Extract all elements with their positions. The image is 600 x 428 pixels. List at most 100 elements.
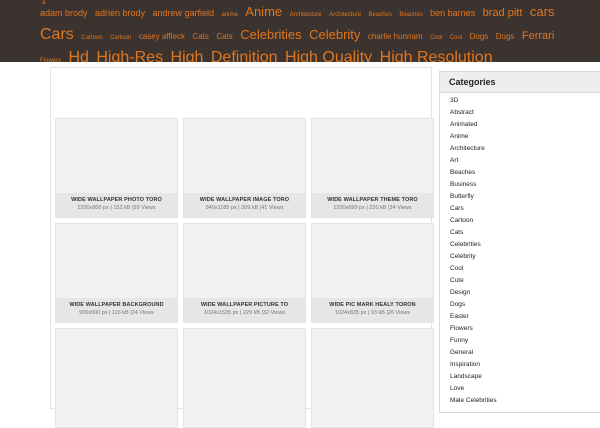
wallpaper-row: WIDE WALLPAPER BACKGROUND 900x900 px | 1… — [55, 223, 434, 323]
tag-link[interactable]: Cool — [450, 35, 462, 41]
category-link[interactable]: Cartoon — [450, 215, 600, 227]
wallpaper-image[interactable] — [184, 224, 305, 298]
tag-link[interactable]: Cool — [430, 35, 442, 41]
tag-link[interactable]: High-Res — [96, 49, 163, 62]
tag-link[interactable]: andrew garfield — [152, 8, 214, 18]
tag-link[interactable]: Dogs — [470, 32, 489, 41]
tag-link[interactable]: High Quality — [285, 49, 372, 62]
wallpaper-image[interactable] — [184, 329, 305, 427]
tag-link[interactable]: Architecture — [290, 12, 322, 18]
category-link[interactable]: Cool — [450, 263, 600, 275]
tag-link[interactable]: Definition — [211, 49, 278, 62]
wallpaper-thumb[interactable] — [311, 328, 434, 428]
category-link[interactable]: Animated — [450, 119, 600, 131]
wallpaper-image[interactable] — [312, 119, 433, 193]
wallpaper-thumb[interactable]: WIDE WALLPAPER IMAGE TORO 940x1185 px | … — [183, 118, 306, 218]
tag-cloud: adam brody adrien brody andrew garfield … — [40, 2, 560, 62]
wallpaper-thumb[interactable] — [183, 328, 306, 428]
category-link[interactable]: Landscape — [450, 371, 600, 383]
wallpaper-title[interactable]: WIDE PIC MARK HEALY TORON — [312, 302, 433, 308]
wallpaper-thumb[interactable]: WIDE WALLPAPER PHOTO TORO 1200x800 px | … — [55, 118, 178, 218]
wallpaper-row — [55, 328, 434, 428]
wallpaper-meta: 900x900 px | 116 kB |24 Views — [79, 310, 154, 316]
tag-link[interactable]: Beaches — [399, 12, 422, 18]
tag-link[interactable]: High — [171, 49, 204, 62]
category-link[interactable]: Cats — [450, 227, 600, 239]
tag-link[interactable]: Hd — [68, 49, 88, 62]
wallpaper-thumb[interactable]: WIDE PIC MARK HEALY TORON 1024x835 px | … — [311, 223, 434, 323]
tag-link[interactable]: Architecture — [329, 12, 361, 18]
wallpaper-grid: WIDE WALLPAPER PHOTO TORO 1200x800 px | … — [50, 67, 434, 428]
wallpaper-caption: WIDE WALLPAPER PICTURE TO 1024x1535 px |… — [184, 298, 305, 322]
wallpaper-title[interactable]: WIDE WALLPAPER PICTURE TO — [184, 302, 305, 308]
tag-link[interactable]: Cats — [192, 32, 208, 41]
tag-link[interactable]: High Resolution — [380, 49, 493, 62]
category-link[interactable]: Celebrity — [450, 251, 600, 263]
wallpaper-title[interactable]: WIDE WALLPAPER THEME TORO — [312, 197, 433, 203]
category-link[interactable]: Butterfly — [450, 191, 600, 203]
wallpaper-image[interactable] — [312, 224, 433, 298]
wallpaper-meta: 940x1185 px | 309 kB |41 Views — [205, 205, 284, 211]
wallpaper-caption: WIDE WALLPAPER IMAGE TORO 940x1185 px | … — [184, 193, 305, 217]
tag-link[interactable]: charlie hunnam — [368, 32, 423, 41]
category-link[interactable]: Beaches — [450, 167, 600, 179]
tag-link[interactable]: Celebrities — [240, 27, 301, 42]
wallpaper-title[interactable]: WIDE WALLPAPER PHOTO TORO — [56, 197, 177, 203]
wallpaper-image[interactable] — [56, 329, 177, 427]
wallpaper-meta: 1024x1535 px | 229 kB |32 Views — [203, 310, 286, 316]
category-link[interactable]: Art — [450, 155, 600, 167]
tag-link[interactable]: Cartoon — [81, 35, 102, 41]
tag-link[interactable]: Cats — [216, 32, 232, 41]
category-link[interactable]: Architecture — [450, 143, 600, 155]
category-link[interactable]: Business — [450, 179, 600, 191]
tag-link[interactable]: cars — [530, 4, 555, 19]
category-link[interactable]: General — [450, 347, 600, 359]
category-link[interactable]: Cute — [450, 275, 600, 287]
category-link[interactable]: Cars — [450, 203, 600, 215]
category-link[interactable]: Funny — [450, 335, 600, 347]
category-link[interactable]: Abstract — [450, 107, 600, 119]
category-link[interactable]: Easter — [450, 311, 600, 323]
tag-link[interactable]: ben barnes — [430, 8, 475, 18]
category-list: 3D Abstract Animated Anime Architecture Art Be… — [440, 93, 600, 407]
categories-sidebar: Categories 3D Abstract Animated Anime Archit… — [439, 71, 600, 413]
tag-link[interactable]: Flowers — [40, 58, 61, 62]
category-link[interactable]: Flowers — [450, 323, 600, 335]
wallpaper-image[interactable] — [56, 119, 177, 193]
tag-link[interactable]: Celebrity — [309, 27, 360, 42]
wallpaper-thumb[interactable]: WIDE WALLPAPER BACKGROUND 900x900 px | 1… — [55, 223, 178, 323]
tag-link[interactable]: Dogs — [496, 32, 515, 41]
wallpaper-image[interactable] — [312, 329, 433, 427]
tag-cloud-header: a adam brody adrien brody andrew garfiel… — [0, 0, 600, 62]
tag-link[interactable]: Ferrari — [522, 30, 554, 42]
wallpaper-meta: 1200x800 px | 152 kB |59 Views — [77, 205, 156, 211]
wallpaper-thumb[interactable] — [55, 328, 178, 428]
category-link[interactable]: Male Celebrities — [450, 395, 600, 407]
category-link[interactable]: Inspiration — [450, 359, 600, 371]
tag-link[interactable]: brad pitt — [483, 7, 523, 19]
wallpaper-image[interactable] — [56, 224, 177, 298]
wallpaper-thumb[interactable]: WIDE WALLPAPER THEME TORO 1200x699 px | … — [311, 118, 434, 218]
tag-link[interactable]: adam brody — [40, 8, 88, 18]
wallpaper-image[interactable] — [184, 119, 305, 193]
category-link[interactable]: Dogs — [450, 299, 600, 311]
wallpaper-row: WIDE WALLPAPER PHOTO TORO 1200x800 px | … — [55, 118, 434, 218]
wallpaper-caption: WIDE WALLPAPER PHOTO TORO 1200x800 px | … — [56, 193, 177, 217]
tag-link[interactable]: Beaches — [369, 12, 392, 18]
tag-link[interactable]: casey affleck — [139, 32, 185, 41]
tag-link[interactable]: Cars — [40, 26, 74, 43]
tag-link[interactable]: Anime — [245, 4, 282, 19]
category-link[interactable]: Love — [450, 383, 600, 395]
tag-link[interactable]: anime — [221, 12, 237, 18]
category-link[interactable]: Design — [450, 287, 600, 299]
wallpaper-meta: 1200x699 px | 220 kB |34 Views — [333, 205, 412, 211]
category-link[interactable]: Anime — [450, 131, 600, 143]
wallpaper-thumb[interactable]: WIDE WALLPAPER PICTURE TO 1024x1535 px |… — [183, 223, 306, 323]
category-link[interactable]: Celebrities — [450, 239, 600, 251]
wallpaper-title[interactable]: WIDE WALLPAPER BACKGROUND — [56, 302, 177, 308]
tag-link[interactable]: Cartoon — [110, 35, 131, 41]
tag-link[interactable]: adrien brody — [95, 8, 145, 18]
category-link[interactable]: 3D — [450, 95, 600, 107]
wallpaper-caption: WIDE PIC MARK HEALY TORON 1024x835 px | … — [312, 298, 433, 322]
wallpaper-title[interactable]: WIDE WALLPAPER IMAGE TORO — [184, 197, 305, 203]
